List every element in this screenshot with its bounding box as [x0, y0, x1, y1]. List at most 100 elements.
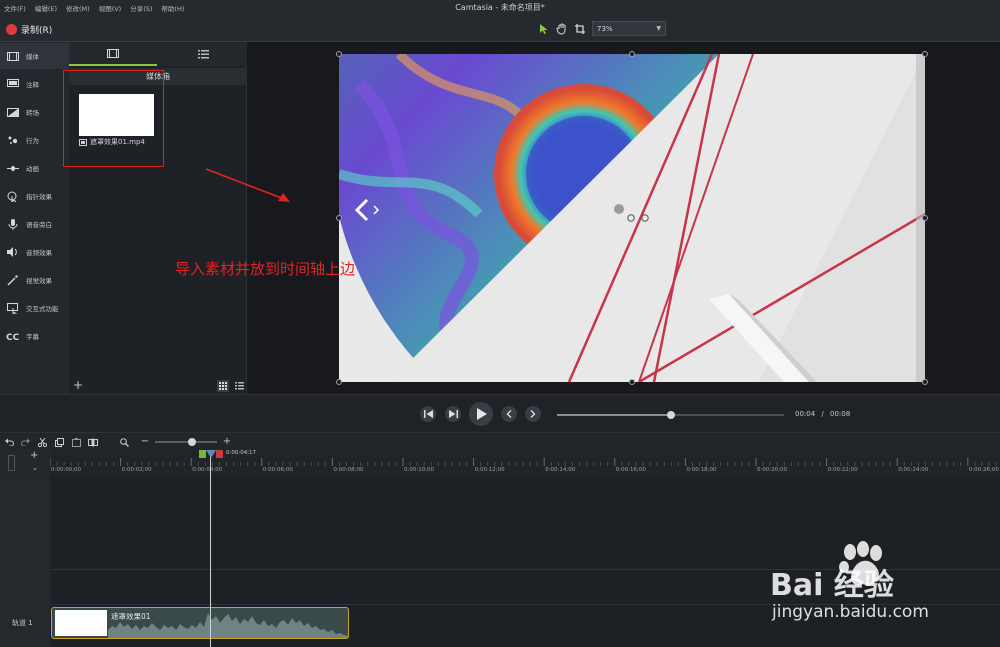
ruler-tick-label: 0:00:24;00 — [898, 467, 929, 473]
menu-share[interactable]: 分享(S) — [130, 3, 152, 13]
playhead-line[interactable] — [210, 450, 211, 647]
scrubber-knob[interactable] — [666, 411, 675, 419]
step-back-button[interactable] — [420, 406, 436, 422]
ruler-tick-label: 0:00:22;00 — [827, 467, 858, 473]
camtasia-window: 文件(F) 编辑(E) 修改(M) 视图(V) 分享(S) 帮助(H) Camt… — [0, 0, 1000, 647]
add-track-icon[interactable]: + — [30, 450, 38, 461]
play-icon — [476, 408, 487, 420]
paste-icon[interactable] — [70, 436, 82, 448]
annotation-text: 导入素材并放到时间轴上边 — [175, 260, 356, 278]
timeline-zoom-slider[interactable] — [155, 438, 217, 446]
details-view-icon[interactable] — [233, 380, 245, 392]
highlight-box — [63, 70, 164, 167]
track-height-handle[interactable] — [8, 455, 15, 471]
magic-wand-icon — [6, 274, 20, 286]
sidebar-item-label: 字幕 — [26, 333, 39, 341]
sidebar-item-label: 音频效果 — [26, 249, 52, 257]
sidebar-item-2[interactable]: 转场 — [0, 99, 69, 125]
redo-icon[interactable] — [19, 436, 31, 448]
menu-view[interactable]: 视图(V) — [99, 3, 122, 13]
ruler-tick-label: 0:00:02;00 — [121, 467, 152, 473]
playhead-handle[interactable] — [199, 450, 223, 458]
next-marker-button[interactable] — [525, 406, 541, 422]
menu-modify[interactable]: 修改(M) — [66, 3, 90, 13]
zoom-slider-knob[interactable] — [188, 438, 197, 446]
pointer-tool-icon[interactable] — [536, 21, 551, 36]
copy-icon[interactable] — [53, 436, 65, 448]
split-icon[interactable] — [87, 436, 99, 448]
playback-scrubber[interactable] — [557, 411, 784, 419]
sidebar-item-label: 动画 — [26, 165, 39, 173]
menu-help[interactable]: 帮助(H) — [161, 3, 184, 13]
resize-handle-top-right[interactable] — [922, 51, 928, 57]
speaker-icon — [6, 246, 20, 258]
record-button[interactable]: 录制(R) — [6, 21, 52, 37]
zoom-icon — [118, 436, 130, 448]
menu-bar: 文件(F) 编辑(E) 修改(M) 视图(V) 分享(S) 帮助(H) — [0, 0, 1000, 16]
sidebar-item-label: 媒体 — [26, 53, 39, 61]
sidebar-item-label: 转场 — [26, 109, 39, 117]
timeline-clip[interactable]: 遮罩效果01 — [51, 607, 349, 639]
svg-text:CC: CC — [6, 333, 20, 341]
sidebar-item-0[interactable]: 媒体 — [0, 43, 69, 69]
video-preview[interactable] — [339, 54, 925, 382]
zoom-dropdown[interactable]: 73% ▼ — [592, 21, 666, 36]
sidebar-item-1[interactable]: 注释 — [0, 71, 69, 97]
timeline-ruler[interactable]: 0:00:04;17 0:00:00;00 0:00:02;00 0:00:04;0… — [50, 450, 1000, 476]
transition-icon — [6, 106, 20, 118]
interactive-icon — [6, 302, 20, 314]
resize-handle-bottom-right[interactable] — [922, 379, 928, 385]
record-icon — [6, 23, 17, 35]
zoom-value: 73% — [597, 24, 613, 33]
total-time: 00:08 — [830, 410, 851, 418]
tab-thumbnail-view[interactable] — [69, 42, 157, 66]
resize-handle-bottom-left[interactable] — [336, 379, 342, 385]
media-footer: + — [69, 378, 247, 394]
resize-handle-left[interactable] — [336, 215, 342, 221]
sidebar-item-9[interactable]: 交互式功能 — [0, 295, 69, 321]
chevron-down-icon: ▼ — [656, 25, 661, 32]
video-frame-image — [339, 54, 925, 382]
sidebar-item-7[interactable]: 音频效果 — [0, 239, 69, 265]
sidebar-item-10[interactable]: CC 字幕 — [0, 323, 69, 349]
tools-sidebar: 媒体注释转场行为动画指针效果语音旁白音频效果视觉效果交互式功能 CC 字幕 — [0, 42, 69, 394]
sidebar-item-4[interactable]: 动画 — [0, 155, 69, 181]
current-time: 00:04 — [795, 410, 816, 418]
sidebar-item-label: 语音旁白 — [26, 221, 52, 229]
behavior-icon — [6, 134, 20, 146]
cut-icon[interactable] — [36, 436, 48, 448]
resize-handle-top[interactable] — [629, 51, 635, 57]
tab-list-view[interactable] — [159, 42, 247, 66]
timeline-toolbar: − + — [0, 432, 1000, 450]
crop-tool-icon[interactable] — [572, 21, 587, 36]
step-forward-button[interactable] — [445, 406, 461, 422]
sidebar-item-5[interactable]: 指针效果 — [0, 183, 69, 209]
cc-icon: CC — [6, 330, 20, 342]
play-button[interactable] — [469, 402, 493, 426]
scrubber-progress — [557, 414, 671, 416]
menu-edit[interactable]: 编辑(E) — [35, 3, 57, 13]
list-icon — [197, 49, 209, 58]
ruler-tick-label: 0:00:18;00 — [686, 467, 717, 473]
sidebar-item-label: 交互式功能 — [26, 305, 59, 313]
track-label[interactable]: 轨道 1 — [12, 618, 33, 628]
undo-icon[interactable] — [3, 436, 15, 448]
clip-thumbnail — [55, 610, 107, 636]
zoom-in-icon[interactable]: + — [221, 436, 233, 448]
resize-handle-right[interactable] — [922, 215, 928, 221]
ruler-tick-label: 0:00:20;00 — [757, 467, 788, 473]
grid-view-icon[interactable] — [217, 380, 229, 392]
hand-tool-icon[interactable] — [554, 21, 569, 36]
sidebar-item-3[interactable]: 行为 — [0, 127, 69, 153]
zoom-out-icon[interactable]: − — [139, 436, 151, 448]
previous-marker-button[interactable] — [501, 406, 517, 422]
annotation-icon — [6, 78, 20, 90]
track-headers: 轨道 1 — [0, 476, 50, 647]
resize-handle-top-left[interactable] — [336, 51, 342, 57]
sidebar-item-6[interactable]: 语音旁白 — [0, 211, 69, 237]
menu-file[interactable]: 文件(F) — [4, 3, 26, 13]
collapse-tracks-icon[interactable]: ⌄ — [32, 464, 38, 472]
add-media-icon[interactable]: + — [73, 379, 83, 391]
resize-handle-bottom[interactable] — [629, 379, 635, 385]
sidebar-item-8[interactable]: 视觉效果 — [0, 267, 69, 293]
